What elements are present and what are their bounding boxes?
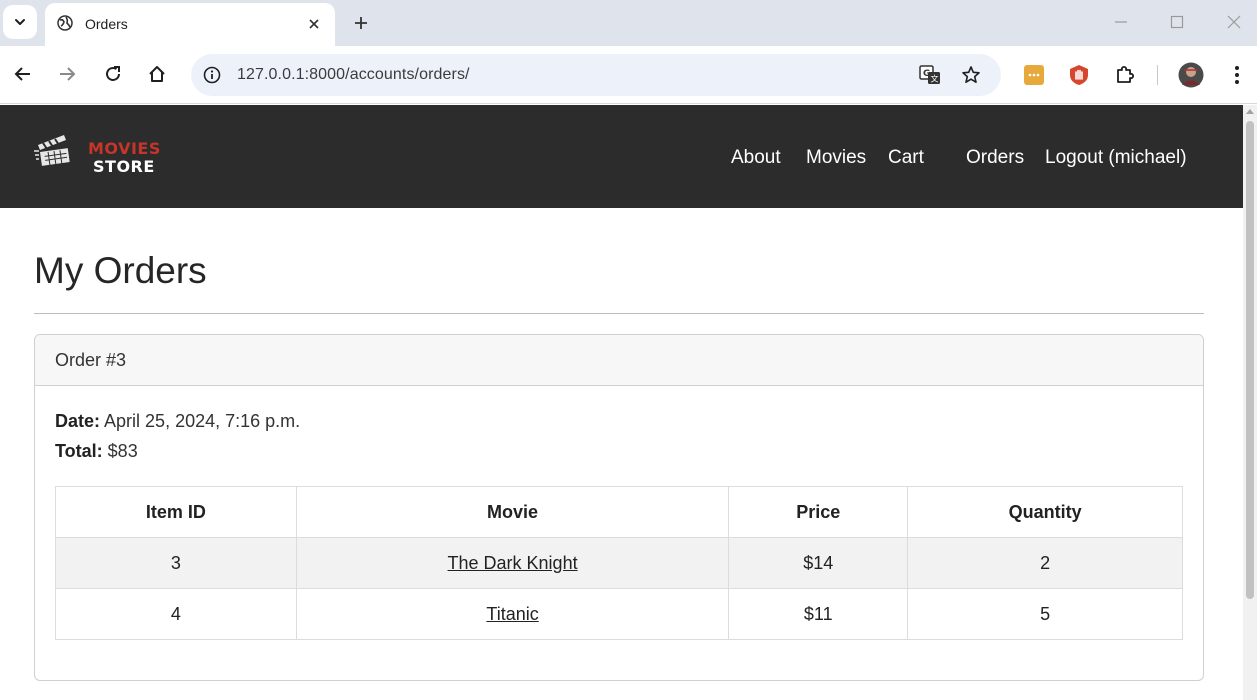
- order-card-header: Order #3: [35, 335, 1203, 386]
- brand-line-2: STORE: [93, 157, 155, 176]
- cell-item-id: 3: [55, 537, 297, 589]
- arrow-right-icon: [60, 67, 76, 81]
- page-title: My Orders: [34, 250, 207, 291]
- arrow-left-icon: [14, 67, 30, 81]
- minimize-button[interactable]: [1108, 10, 1134, 34]
- browser-tab-strip: Orders: [0, 0, 1257, 46]
- order-items-table: Item ID Movie Price Quantity 3 The Dark …: [55, 486, 1183, 640]
- cell-quantity: 2: [907, 537, 1183, 589]
- nav-link-logout[interactable]: Logout (michael): [1045, 147, 1187, 169]
- svg-text:文: 文: [931, 74, 939, 84]
- page-viewport: MOVIES STORE About Movies Cart Orders Lo…: [0, 105, 1243, 700]
- url-text[interactable]: 127.0.0.1:8000/accounts/orders/: [237, 66, 470, 84]
- cell-movie: Titanic: [295, 588, 730, 640]
- tab-title: Orders: [85, 16, 128, 32]
- profile-avatar-button[interactable]: [1178, 62, 1204, 88]
- order-date-label: Date:: [55, 411, 101, 431]
- kebab-menu-icon: [1235, 66, 1239, 84]
- nav-link-orders[interactable]: Orders: [966, 147, 1024, 169]
- table-row: 3 The Dark Knight $14 2: [55, 537, 1183, 589]
- cell-movie: The Dark Knight: [295, 537, 730, 589]
- cell-item-id: 4: [55, 588, 297, 640]
- globe-icon: [57, 15, 73, 31]
- scroll-up-arrow[interactable]: [1246, 109, 1254, 114]
- scrollbar-thumb[interactable]: [1246, 121, 1254, 599]
- site-navbar: MOVIES STORE About Movies Cart Orders Lo…: [0, 105, 1243, 208]
- plus-icon: [355, 17, 367, 29]
- nav-link-movies[interactable]: Movies: [806, 147, 866, 169]
- brand-logo[interactable]: MOVIES STORE: [34, 133, 174, 179]
- chevron-down-icon: [15, 19, 25, 25]
- new-tab-button[interactable]: [348, 10, 374, 36]
- column-header-item-id: Item ID: [55, 486, 297, 538]
- maximize-icon: [1170, 15, 1184, 29]
- order-total-label: Total:: [55, 441, 103, 461]
- extension-dots-icon: [1024, 65, 1044, 85]
- browser-menu-button[interactable]: [1224, 62, 1250, 88]
- browser-tab-orders[interactable]: Orders: [45, 3, 335, 46]
- order-total-value: $83: [107, 441, 138, 461]
- site-info-button[interactable]: [201, 64, 223, 86]
- home-icon: [149, 66, 165, 82]
- tab-search-button[interactable]: [3, 5, 37, 39]
- puzzle-icon: [1117, 66, 1134, 83]
- extension-button-1[interactable]: [1021, 62, 1047, 88]
- nav-link-cart[interactable]: Cart: [888, 147, 924, 169]
- column-header-movie: Movie: [295, 486, 730, 538]
- brand-line-1: MOVIES: [88, 139, 161, 158]
- forward-button[interactable]: [52, 59, 82, 89]
- table-header-row: Item ID Movie Price Quantity: [55, 486, 1183, 538]
- toolbar-separator: [1157, 65, 1158, 85]
- clapperboard-icon: [34, 135, 70, 166]
- movie-link[interactable]: Titanic: [486, 604, 538, 624]
- close-window-button[interactable]: [1221, 10, 1247, 34]
- shield-hand-icon: [1070, 65, 1088, 85]
- back-button[interactable]: [8, 59, 38, 89]
- reload-icon: [106, 66, 120, 81]
- info-icon: [203, 66, 221, 84]
- cell-price: $11: [728, 588, 909, 640]
- order-number: Order #3: [55, 350, 127, 370]
- maximize-button[interactable]: [1164, 10, 1190, 34]
- order-date-value: April 25, 2024, 7:16 p.m.: [104, 411, 301, 431]
- close-icon: [1227, 15, 1241, 29]
- star-icon: [962, 66, 980, 83]
- home-button[interactable]: [142, 59, 172, 89]
- avatar-icon: [1178, 62, 1204, 88]
- nav-link-about[interactable]: About: [731, 147, 781, 169]
- order-date: Date: April 25, 2024, 7:16 p.m.: [55, 411, 300, 432]
- close-icon: [309, 19, 319, 29]
- translate-button[interactable]: G 文: [918, 63, 942, 87]
- column-header-price: Price: [728, 486, 909, 538]
- column-header-quantity: Quantity: [907, 486, 1183, 538]
- movie-link[interactable]: The Dark Knight: [448, 553, 578, 573]
- order-total: Total: $83: [55, 441, 138, 462]
- page-scrollbar[interactable]: [1243, 105, 1257, 700]
- table-row: 4 Titanic $11 5: [55, 588, 1183, 640]
- tab-close-button[interactable]: [303, 13, 325, 35]
- title-divider: [34, 313, 1204, 314]
- reload-button[interactable]: [98, 59, 128, 89]
- bookmark-button[interactable]: [959, 63, 983, 87]
- cell-quantity: 5: [907, 588, 1183, 640]
- address-bar[interactable]: 127.0.0.1:8000/accounts/orders/ G 文: [191, 54, 1001, 96]
- cell-price: $14: [728, 537, 909, 589]
- extension-button-2[interactable]: [1066, 62, 1092, 88]
- extensions-menu-button[interactable]: [1112, 62, 1138, 88]
- order-card: Order #3 Date: April 25, 2024, 7:16 p.m.…: [34, 334, 1204, 681]
- browser-toolbar: 127.0.0.1:8000/accounts/orders/ G 文: [0, 46, 1257, 104]
- translate-icon: G 文: [919, 65, 940, 84]
- minimize-icon: [1115, 21, 1127, 23]
